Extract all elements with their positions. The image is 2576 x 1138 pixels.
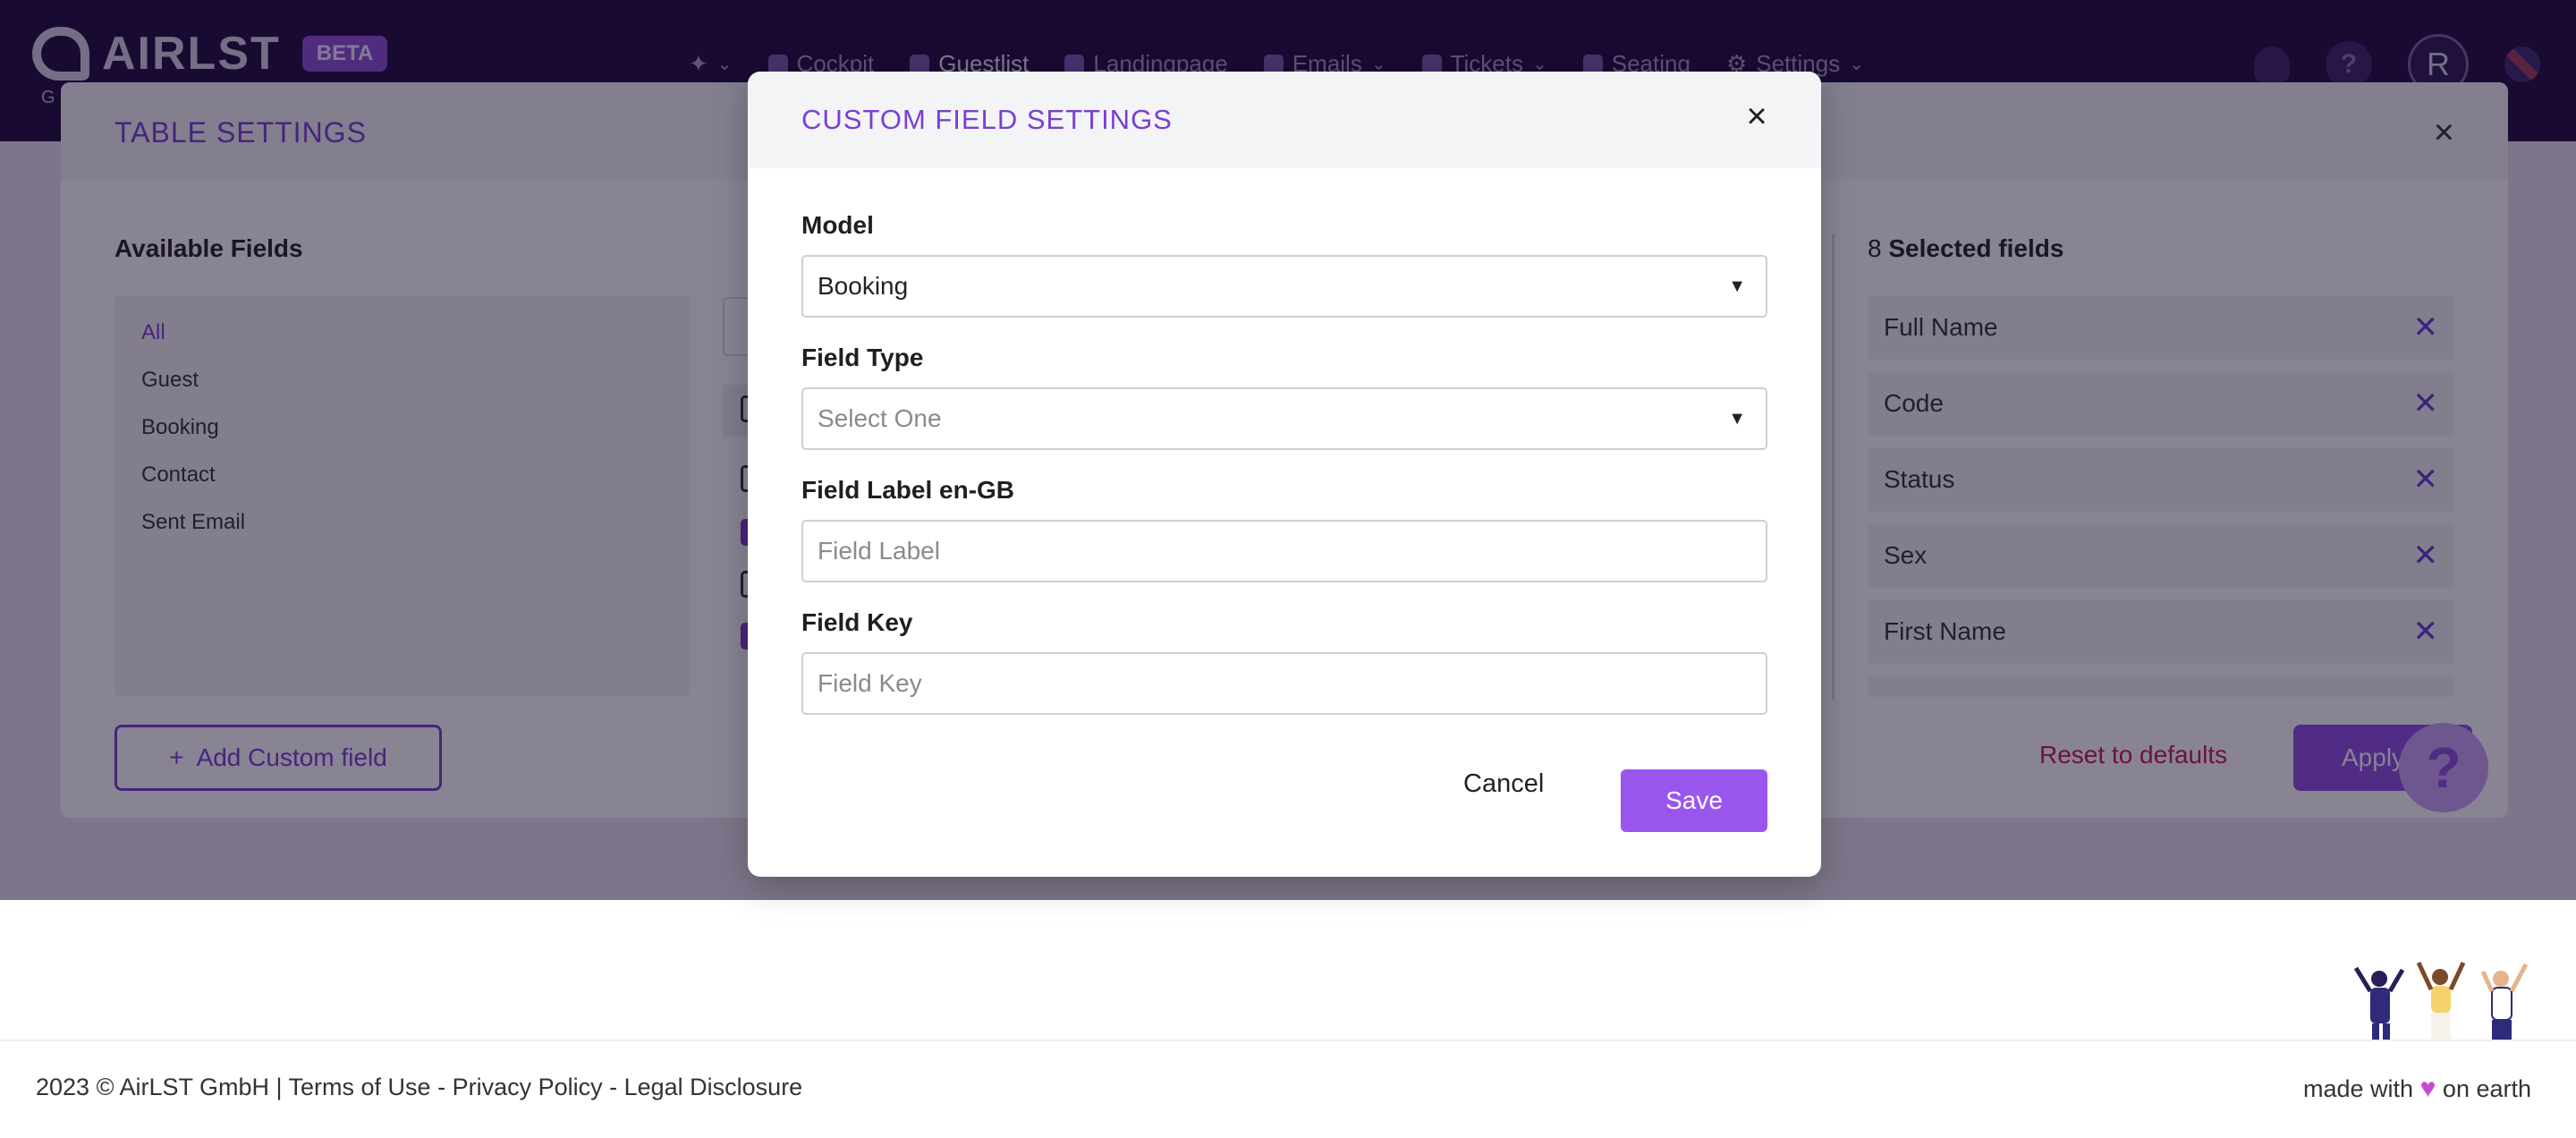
footer: [0, 900, 2576, 1138]
cancel-button[interactable]: Cancel: [1463, 769, 1544, 799]
field-type-label: Field Type: [801, 344, 924, 371]
modal-title: CUSTOM FIELD SETTINGS: [801, 104, 1173, 135]
close-icon[interactable]: ×: [1739, 98, 1775, 134]
caret-down-icon: ▼: [1728, 409, 1746, 429]
celebrating-people-illustration: [2353, 961, 2529, 1041]
footer-made-with: made with ♥ on earth: [2303, 1074, 2531, 1104]
custom-field-settings-modal: CUSTOM FIELD SETTINGS × Model Booking ▼ …: [748, 72, 1821, 877]
heart-icon: ♥: [2419, 1074, 2436, 1103]
model-select-value: Booking: [818, 272, 909, 300]
made-with-text: made with: [2303, 1075, 2414, 1102]
field-key-input[interactable]: [801, 652, 1767, 715]
footer-divider: [0, 1040, 2576, 1041]
field-label-input[interactable]: [801, 520, 1767, 582]
modal-header: CUSTOM FIELD SETTINGS ×: [748, 72, 1821, 168]
save-button[interactable]: Save: [1621, 769, 1767, 832]
field-type-select[interactable]: Select One ▼: [801, 387, 1767, 450]
model-select[interactable]: Booking ▼: [801, 255, 1767, 318]
model-label: Model: [801, 211, 874, 239]
on-earth-text: on earth: [2442, 1075, 2531, 1102]
field-type-select-value: Select One: [818, 404, 942, 432]
field-key-label: Field Key: [801, 608, 913, 636]
field-label-en-gb-label: Field Label en-GB: [801, 476, 1015, 504]
footer-legal-links[interactable]: 2023 © AirLST GmbH | Terms of Use - Priv…: [36, 1074, 802, 1101]
caret-down-icon: ▼: [1728, 276, 1746, 296]
